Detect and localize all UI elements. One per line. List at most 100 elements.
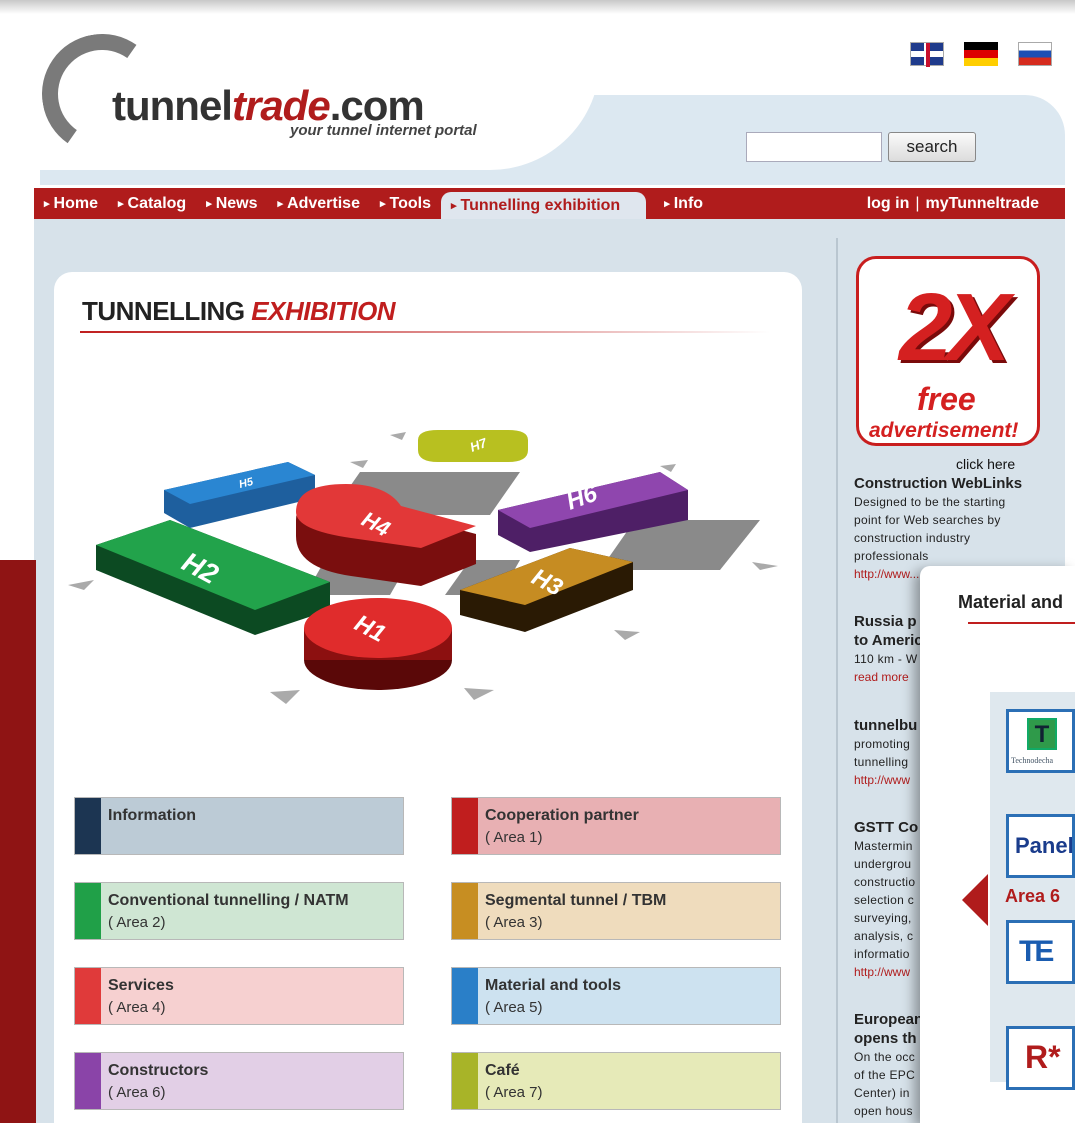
legend-name: Material and tools bbox=[485, 977, 622, 994]
nav-tunnelling-exhibition[interactable]: ▸ Tunnelling exhibition bbox=[440, 192, 647, 219]
exhibitor-logo[interactable]: Panel bbox=[1006, 814, 1075, 878]
news-link[interactable]: http://www bbox=[854, 963, 922, 981]
login-link[interactable]: log in bbox=[867, 195, 910, 213]
legend-segmental-tunnel[interactable]: Segmental tunnel / TBM ( Area 3) bbox=[451, 882, 781, 940]
logo-tagline: your tunnel internet portal bbox=[290, 122, 477, 139]
nav-label: Advertise bbox=[287, 194, 360, 212]
legend-name: Constructors bbox=[108, 1062, 209, 1079]
free-advertisement-banner[interactable]: 2X free advertisement! bbox=[852, 252, 1064, 464]
legend-name: Segmental tunnel / TBM bbox=[485, 892, 667, 909]
title-part-2: EXHIBITION bbox=[251, 296, 396, 326]
nav-label: Tunnelling exhibition bbox=[460, 196, 621, 214]
direction-arrow-icon bbox=[660, 464, 676, 472]
legend-name: Information bbox=[108, 807, 196, 824]
legend-cooperation-partner[interactable]: Cooperation partner ( Area 1) bbox=[451, 797, 781, 855]
promo-2x-text: 2X bbox=[899, 274, 1010, 381]
legend-color-bar bbox=[75, 968, 101, 1024]
legend-color-bar bbox=[75, 883, 101, 939]
news-link[interactable]: http://www bbox=[854, 771, 922, 789]
nav-arrow-icon: ▸ bbox=[277, 198, 284, 210]
direction-arrow-icon bbox=[614, 630, 640, 640]
hall-h5[interactable]: H5 bbox=[164, 462, 315, 528]
overlay-screenshot-panel: Material and T Technodecha Panel Area 6 … bbox=[920, 566, 1075, 1123]
page: tunneltrade.com your tunnel internet por… bbox=[0, 0, 1075, 1123]
title-part-1: TUNNELLING bbox=[82, 296, 245, 326]
nav-tools[interactable]: ▸ Tools bbox=[370, 188, 441, 219]
exhibition-map: H7 H5 H6 H2 H4 H3 H1 bbox=[68, 430, 778, 704]
overlay-title-rule bbox=[968, 622, 1075, 624]
news-title[interactable]: Russia p to Americ bbox=[854, 612, 924, 650]
news-text: Mastermin undergrou constructio selectio… bbox=[854, 839, 916, 961]
uk-flag-icon[interactable] bbox=[910, 42, 944, 67]
legend-name: Cooperation partner bbox=[485, 807, 639, 824]
nav-advertise[interactable]: ▸ Advertise bbox=[268, 188, 370, 219]
news-text: Designed to be the starting point for We… bbox=[854, 495, 1006, 563]
legend-color-bar bbox=[452, 883, 478, 939]
legend-services[interactable]: Services ( Area 4) bbox=[74, 967, 404, 1025]
logo-caption: Technodecha bbox=[1011, 756, 1054, 765]
technodecha-logo-icon: T bbox=[1027, 718, 1057, 750]
exhibitor-logo[interactable]: T Technodecha bbox=[1006, 709, 1075, 773]
logo-main-text: tunnel bbox=[112, 82, 233, 129]
search-button[interactable]: search bbox=[888, 132, 976, 162]
news-title[interactable]: European opens th bbox=[854, 1010, 923, 1048]
news-text: On the occ of the EPC Center) in open ho… bbox=[854, 1050, 916, 1118]
germany-flag-icon[interactable] bbox=[964, 42, 998, 66]
legend-color-bar bbox=[452, 1053, 478, 1109]
news-item: GSTT Co Mastermin undergrou constructio … bbox=[854, 818, 922, 981]
direction-arrow-icon bbox=[390, 432, 406, 440]
te-logo-text: TE bbox=[1019, 935, 1054, 968]
legend-color-bar bbox=[75, 798, 101, 854]
legend-material-and-tools[interactable]: Material and tools ( Area 5) bbox=[451, 967, 781, 1025]
promo-free-text: free bbox=[917, 381, 976, 417]
direction-arrow-icon bbox=[464, 688, 494, 700]
legend-area: ( Area 1) bbox=[485, 829, 543, 846]
overlay-title: Material and bbox=[958, 592, 1064, 612]
nav-arrow-icon: ▸ bbox=[117, 198, 124, 210]
exhibitor-logo[interactable]: R* bbox=[1006, 1026, 1075, 1090]
direction-arrow-icon bbox=[350, 460, 368, 468]
legend-conventional-tunnelling[interactable]: Conventional tunnelling / NATM ( Area 2) bbox=[74, 882, 404, 940]
previous-arrow-icon[interactable] bbox=[962, 874, 988, 926]
legend-area: ( Area 5) bbox=[485, 999, 543, 1016]
main-nav: ▸ Home ▸ Catalog ▸ News ▸ Advertise ▸ Tools ▸… bbox=[34, 188, 1065, 219]
direction-arrow-icon bbox=[270, 690, 300, 704]
legend-name: Services bbox=[108, 977, 174, 994]
promo-click-link[interactable]: click here bbox=[956, 456, 1015, 472]
nav-label: Info bbox=[673, 194, 704, 212]
hall-h1[interactable]: H1 bbox=[304, 598, 452, 690]
legend-cafe[interactable]: Café ( Area 7) bbox=[451, 1052, 781, 1110]
hall-h7[interactable]: H7 bbox=[418, 430, 528, 462]
direction-arrow-icon bbox=[752, 562, 778, 570]
legend-color-bar bbox=[452, 968, 478, 1024]
nav-arrow-icon: ▸ bbox=[44, 198, 50, 210]
legend-information[interactable]: Information bbox=[74, 797, 404, 855]
legend-name: Conventional tunnelling / NATM bbox=[108, 892, 349, 909]
nav-label: News bbox=[215, 194, 258, 212]
legend-area: ( Area 2) bbox=[108, 914, 166, 931]
legend-area: ( Area 3) bbox=[485, 914, 543, 931]
nav-info[interactable]: ▸ Info bbox=[654, 188, 713, 219]
news-link[interactable]: read more bbox=[854, 668, 924, 686]
nav-arrow-icon: ▸ bbox=[379, 198, 386, 210]
overlay-area-label: Area 6 bbox=[1005, 886, 1061, 906]
news-item: Russia p to Americ 110 km - W read more bbox=[854, 612, 924, 686]
nav-catalog[interactable]: ▸ Catalog bbox=[108, 188, 196, 219]
left-maroon-edge bbox=[0, 560, 36, 1123]
hall-h2[interactable]: H2 bbox=[96, 520, 330, 635]
news-text: promoting tunnelling bbox=[854, 737, 911, 769]
legend-constructors[interactable]: Constructors ( Area 6) bbox=[74, 1052, 404, 1110]
news-item: tunnelbu promoting tunnelling http://www bbox=[854, 716, 922, 789]
nav-home[interactable]: ▸ Home bbox=[34, 188, 108, 219]
news-title[interactable]: tunnelbu bbox=[854, 716, 922, 735]
language-flags bbox=[910, 42, 1052, 67]
exhibitor-logo[interactable]: TE bbox=[1006, 920, 1075, 984]
my-tunneltrade-link[interactable]: myTunneltrade bbox=[926, 195, 1040, 213]
news-title[interactable]: GSTT Co bbox=[854, 818, 922, 837]
r-star-logo-text: R* bbox=[1025, 1039, 1061, 1075]
nav-news[interactable]: ▸ News bbox=[196, 188, 267, 219]
nav-label: Home bbox=[53, 194, 98, 212]
news-title[interactable]: Construction WebLinks bbox=[854, 474, 1064, 493]
russia-flag-icon[interactable] bbox=[1018, 42, 1052, 66]
search-input[interactable] bbox=[746, 132, 882, 162]
